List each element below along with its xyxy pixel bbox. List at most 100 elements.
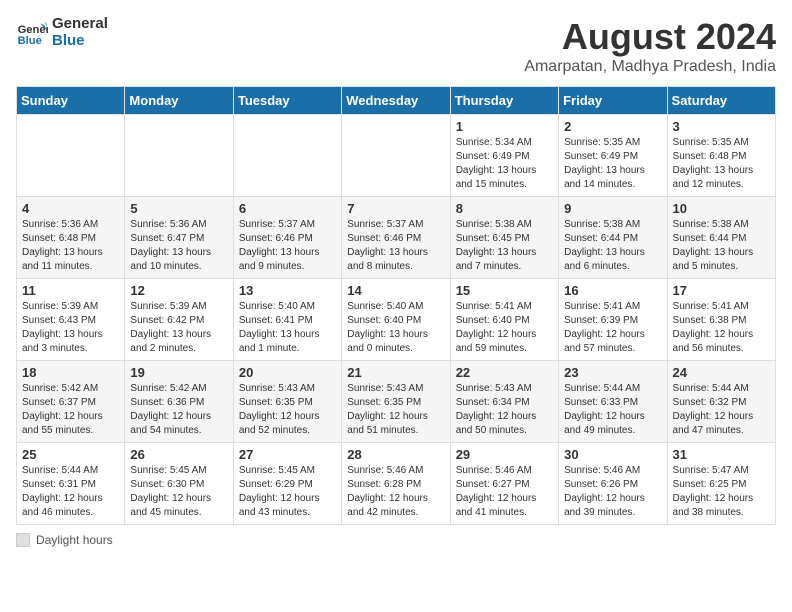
day-number: 14 [347, 283, 444, 298]
day-info: Sunrise: 5:45 AM Sunset: 6:30 PM Dayligh… [130, 464, 227, 520]
calendar-day-cell: 18 Sunrise: 5:42 AM Sunset: 6:37 PM Dayli… [17, 361, 125, 443]
day-number: 20 [239, 365, 336, 380]
day-number: 2 [564, 119, 661, 134]
weekday-header: Tuesday [233, 87, 341, 115]
calendar-day-cell: 8Sunrise: 5:38 AM Sunset: 6:45 PM Daylig… [450, 197, 558, 279]
day-info: Sunrise: 5:42 AM Sunset: 6:37 PM Dayligh… [22, 382, 119, 438]
calendar-day-cell: 5 Sunrise: 5:36 AM Sunset: 6:47 PM Daylig… [125, 197, 233, 279]
calendar-week-row: 1 Sunrise: 5:34 AM Sunset: 6:49 PM Daylig… [17, 115, 776, 197]
calendar-day-cell: 23Sunrise: 5:44 AM Sunset: 6:33 PM Dayli… [559, 361, 667, 443]
day-number: 17 [673, 283, 770, 298]
day-info: Sunrise: 5:35 AM Sunset: 6:49 PM Dayligh… [564, 136, 661, 192]
day-info: Sunrise: 5:34 AM Sunset: 6:49 PM Dayligh… [456, 136, 553, 192]
calendar-day-cell: 31Sunrise: 5:47 AM Sunset: 6:25 PM Dayli… [667, 443, 775, 525]
day-info: Sunrise: 5:43 AM Sunset: 6:34 PM Dayligh… [456, 382, 553, 438]
header: General Blue General Blue August 2024 Am… [16, 16, 776, 76]
day-info: Sunrise: 5:44 AM Sunset: 6:31 PM Dayligh… [22, 464, 119, 520]
day-info: Sunrise: 5:39 AM Sunset: 6:43 PM Dayligh… [22, 300, 119, 356]
logo-line1: General [52, 16, 108, 33]
legend-label: Daylight hours [36, 533, 113, 547]
calendar-day-cell: 10Sunrise: 5:38 AM Sunset: 6:44 PM Dayli… [667, 197, 775, 279]
calendar-day-cell [233, 115, 341, 197]
day-info: Sunrise: 5:38 AM Sunset: 6:45 PM Dayligh… [456, 218, 553, 274]
day-number: 9 [564, 201, 661, 216]
calendar-day-cell: 24 Sunrise: 5:44 AM Sunset: 6:32 PM Dayli… [667, 361, 775, 443]
day-info: Sunrise: 5:41 AM Sunset: 6:39 PM Dayligh… [564, 300, 661, 356]
calendar-day-cell: 4 Sunrise: 5:36 AM Sunset: 6:48 PM Daylig… [17, 197, 125, 279]
day-info: Sunrise: 5:43 AM Sunset: 6:35 PM Dayligh… [347, 382, 444, 438]
calendar-day-cell: 29Sunrise: 5:46 AM Sunset: 6:27 PM Dayli… [450, 443, 558, 525]
title-area: August 2024 Amarpatan, Madhya Pradesh, I… [524, 16, 776, 76]
day-number: 1 [456, 119, 553, 134]
month-title: August 2024 [524, 16, 776, 58]
day-info: Sunrise: 5:38 AM Sunset: 6:44 PM Dayligh… [673, 218, 770, 274]
logo-line2: Blue [52, 33, 108, 50]
calendar-day-cell: 27Sunrise: 5:45 AM Sunset: 6:29 PM Dayli… [233, 443, 341, 525]
calendar-day-cell: 30 Sunrise: 5:46 AM Sunset: 6:26 PM Dayli… [559, 443, 667, 525]
calendar-day-cell: 13Sunrise: 5:40 AM Sunset: 6:41 PM Dayli… [233, 279, 341, 361]
day-info: Sunrise: 5:36 AM Sunset: 6:48 PM Dayligh… [22, 218, 119, 274]
day-number: 23 [564, 365, 661, 380]
calendar-week-row: 25 Sunrise: 5:44 AM Sunset: 6:31 PM Dayli… [17, 443, 776, 525]
calendar-day-cell: 7Sunrise: 5:37 AM Sunset: 6:46 PM Daylig… [342, 197, 450, 279]
calendar-week-row: 18 Sunrise: 5:42 AM Sunset: 6:37 PM Dayli… [17, 361, 776, 443]
calendar-day-cell: 21 Sunrise: 5:43 AM Sunset: 6:35 PM Dayli… [342, 361, 450, 443]
svg-text:Blue: Blue [18, 35, 42, 47]
calendar-week-row: 11 Sunrise: 5:39 AM Sunset: 6:43 PM Dayli… [17, 279, 776, 361]
calendar-day-cell: 25 Sunrise: 5:44 AM Sunset: 6:31 PM Dayli… [17, 443, 125, 525]
day-number: 12 [130, 283, 227, 298]
day-number: 3 [673, 119, 770, 134]
logo-icon: General Blue [16, 17, 48, 49]
calendar-day-cell: 15Sunrise: 5:41 AM Sunset: 6:40 PM Dayli… [450, 279, 558, 361]
calendar-day-cell: 6 Sunrise: 5:37 AM Sunset: 6:46 PM Daylig… [233, 197, 341, 279]
day-number: 25 [22, 447, 119, 462]
calendar-day-cell: 20 Sunrise: 5:43 AM Sunset: 6:35 PM Dayli… [233, 361, 341, 443]
day-info: Sunrise: 5:39 AM Sunset: 6:42 PM Dayligh… [130, 300, 227, 356]
day-number: 28 [347, 447, 444, 462]
day-number: 4 [22, 201, 119, 216]
calendar-day-cell: 19Sunrise: 5:42 AM Sunset: 6:36 PM Dayli… [125, 361, 233, 443]
day-number: 26 [130, 447, 227, 462]
day-number: 6 [239, 201, 336, 216]
day-number: 24 [673, 365, 770, 380]
calendar-day-cell: 1 Sunrise: 5:34 AM Sunset: 6:49 PM Daylig… [450, 115, 558, 197]
day-number: 5 [130, 201, 227, 216]
legend: Daylight hours [16, 533, 776, 547]
calendar-table: SundayMondayTuesdayWednesdayThursdayFrid… [16, 86, 776, 525]
day-number: 15 [456, 283, 553, 298]
day-number: 11 [22, 283, 119, 298]
calendar-day-cell: 2 Sunrise: 5:35 AM Sunset: 6:49 PM Daylig… [559, 115, 667, 197]
day-info: Sunrise: 5:44 AM Sunset: 6:32 PM Dayligh… [673, 382, 770, 438]
weekday-header: Sunday [17, 87, 125, 115]
calendar-day-cell [125, 115, 233, 197]
header-row: SundayMondayTuesdayWednesdayThursdayFrid… [17, 87, 776, 115]
day-info: Sunrise: 5:36 AM Sunset: 6:47 PM Dayligh… [130, 218, 227, 274]
legend-box [16, 533, 30, 547]
day-info: Sunrise: 5:46 AM Sunset: 6:26 PM Dayligh… [564, 464, 661, 520]
calendar-day-cell: 3Sunrise: 5:35 AM Sunset: 6:48 PM Daylig… [667, 115, 775, 197]
weekday-header: Wednesday [342, 87, 450, 115]
day-info: Sunrise: 5:37 AM Sunset: 6:46 PM Dayligh… [239, 218, 336, 274]
calendar-week-row: 4 Sunrise: 5:36 AM Sunset: 6:48 PM Daylig… [17, 197, 776, 279]
logo: General Blue General Blue [16, 16, 108, 49]
calendar-day-cell: 12 Sunrise: 5:39 AM Sunset: 6:42 PM Dayli… [125, 279, 233, 361]
calendar-day-cell: 17 Sunrise: 5:41 AM Sunset: 6:38 PM Dayli… [667, 279, 775, 361]
day-info: Sunrise: 5:38 AM Sunset: 6:44 PM Dayligh… [564, 218, 661, 274]
day-number: 30 [564, 447, 661, 462]
weekday-header: Saturday [667, 87, 775, 115]
day-info: Sunrise: 5:47 AM Sunset: 6:25 PM Dayligh… [673, 464, 770, 520]
calendar-day-cell: 11 Sunrise: 5:39 AM Sunset: 6:43 PM Dayli… [17, 279, 125, 361]
day-info: Sunrise: 5:41 AM Sunset: 6:38 PM Dayligh… [673, 300, 770, 356]
day-info: Sunrise: 5:40 AM Sunset: 6:40 PM Dayligh… [347, 300, 444, 356]
calendar-day-cell: 14 Sunrise: 5:40 AM Sunset: 6:40 PM Dayli… [342, 279, 450, 361]
day-number: 22 [456, 365, 553, 380]
day-number: 21 [347, 365, 444, 380]
day-info: Sunrise: 5:40 AM Sunset: 6:41 PM Dayligh… [239, 300, 336, 356]
day-info: Sunrise: 5:45 AM Sunset: 6:29 PM Dayligh… [239, 464, 336, 520]
day-info: Sunrise: 5:43 AM Sunset: 6:35 PM Dayligh… [239, 382, 336, 438]
day-number: 18 [22, 365, 119, 380]
calendar-day-cell: 22 Sunrise: 5:43 AM Sunset: 6:34 PM Dayli… [450, 361, 558, 443]
calendar-day-cell: 28Sunrise: 5:46 AM Sunset: 6:28 PM Dayli… [342, 443, 450, 525]
day-number: 16 [564, 283, 661, 298]
calendar-day-cell: 26 Sunrise: 5:45 AM Sunset: 6:30 PM Dayli… [125, 443, 233, 525]
